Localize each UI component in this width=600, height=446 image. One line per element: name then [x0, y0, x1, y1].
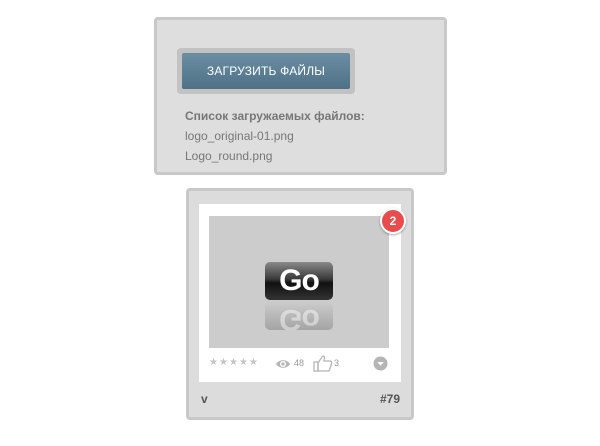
upload-file-item: logo_original-01.png: [185, 129, 294, 143]
card-number: #79: [379, 392, 400, 406]
star-icon[interactable]: ★: [209, 358, 218, 368]
upload-button-frame: ЗАГРУЗИТЬ ФАЙЛЫ: [177, 48, 355, 94]
card-meta-bar: ★ ★ ★ ★ ★ 48 3: [209, 355, 389, 375]
views-count: 48: [294, 358, 305, 368]
upload-panel: ЗАГРУЗИТЬ ФАЙЛЫ Список загружаемых файло…: [154, 17, 447, 175]
card-content: Go Go 2 ★ ★ ★ ★ ★ 48 3: [199, 204, 406, 382]
upload-list-heading: Список загружаемых файлов:: [185, 109, 365, 123]
thumbs-up-icon[interactable]: [313, 354, 333, 377]
card-title: v: [201, 392, 208, 406]
eye-icon: [275, 357, 291, 375]
notification-badge: 2: [380, 208, 406, 234]
star-icon[interactable]: ★: [239, 358, 248, 368]
image-card[interactable]: Go Go 2 ★ ★ ★ ★ ★ 48 3 v #79: [186, 188, 414, 420]
star-icon[interactable]: ★: [249, 358, 258, 368]
chevron-down-circle-icon[interactable]: [373, 356, 388, 376]
upload-files-button[interactable]: ЗАГРУЗИТЬ ФАЙЛЫ: [182, 53, 350, 89]
image-thumbnail[interactable]: Go Go: [209, 216, 389, 348]
go-logo-reflection: Go: [265, 302, 333, 330]
rating-stars[interactable]: ★ ★ ★ ★ ★: [209, 358, 258, 368]
star-icon[interactable]: ★: [219, 358, 228, 368]
likes-count: 3: [334, 358, 340, 368]
go-logo-image: Go: [265, 262, 333, 300]
upload-file-item: Logo_round.png: [185, 149, 273, 163]
star-icon[interactable]: ★: [229, 358, 238, 368]
